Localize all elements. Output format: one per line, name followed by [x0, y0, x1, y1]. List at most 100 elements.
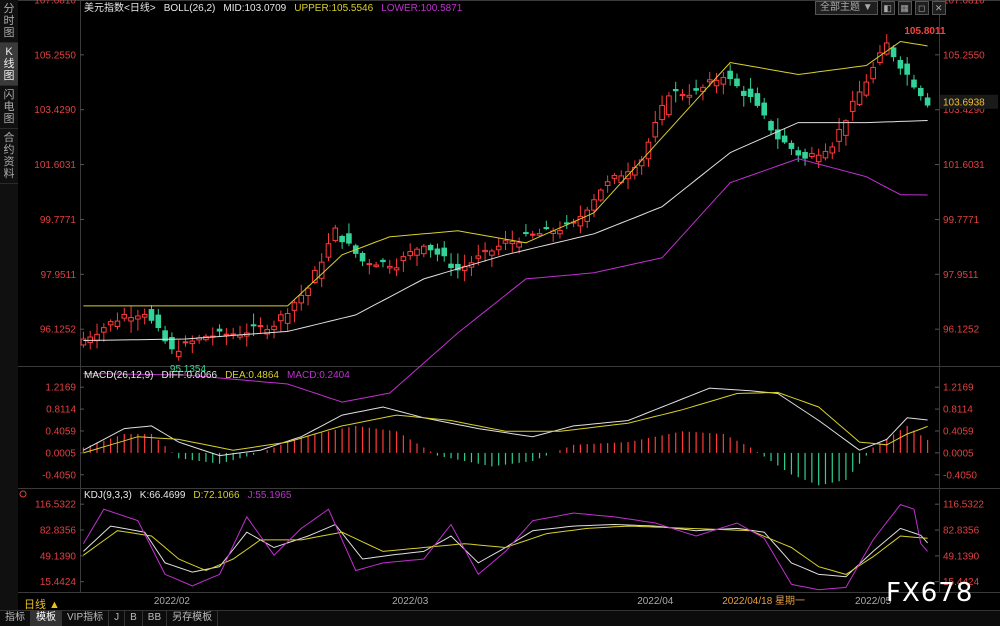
close-icon[interactable]: ✕ [931, 1, 946, 15]
candle [87, 336, 94, 343]
macd-left-tick: 0.8114 [46, 405, 76, 416]
candle [870, 66, 876, 80]
bottom-tab-0[interactable]: 指标 [0, 611, 31, 626]
candle [114, 320, 121, 328]
candle [781, 135, 788, 143]
candle [400, 256, 407, 262]
layout-split-icon[interactable]: ◧ [880, 1, 895, 15]
bottom-tab-4[interactable]: B [125, 611, 143, 626]
maximize-icon[interactable]: ◻ [914, 1, 929, 15]
side-tab-1[interactable]: K线图 [0, 43, 18, 86]
candle [679, 93, 686, 97]
top-controls: 全部主题 ▼ ◧ ▦ ◻ ✕ [815, 1, 946, 15]
side-tabs: 分时图K线图闪电图合约资料 [0, 0, 19, 610]
candle [720, 77, 727, 85]
candle [305, 287, 311, 297]
macd-label: MACD(26,12,9) [84, 370, 153, 381]
candle [441, 247, 448, 257]
kdj-right-tick: 49.1390 [943, 551, 980, 562]
bottom-tab-3[interactable]: J [109, 611, 126, 626]
macd-left-tick: 0.4059 [45, 426, 76, 437]
candle [809, 153, 815, 157]
candle [175, 350, 182, 358]
kdj-left-tick: 82.8356 [40, 526, 77, 537]
price-right-tick: 97.9511 [943, 270, 979, 281]
candle [863, 81, 870, 96]
candle [557, 230, 563, 235]
candle [795, 150, 802, 156]
candle [80, 338, 87, 346]
candle [298, 294, 305, 304]
diff-value: DIFF:0.6066 [161, 370, 217, 381]
macd-right-tick: 1.2169 [943, 383, 974, 394]
candle [632, 166, 638, 176]
header-title: 美元指数<日线> [84, 1, 156, 14]
candle [856, 91, 863, 105]
candle [366, 263, 373, 266]
candle [325, 243, 332, 258]
kdj-right-tick: 116.5322 [943, 500, 984, 511]
candle [829, 146, 836, 154]
candle [475, 255, 482, 259]
crosshair-date: 2022/04/18 星期一 [722, 595, 805, 607]
last-price-label: 103.6938 [943, 97, 985, 108]
price-right-tick: 101.6031 [943, 160, 985, 171]
candle [788, 142, 795, 149]
kdj-left-tick: 116.5322 [35, 500, 76, 511]
mid-value: MID:103.0709 [223, 3, 286, 14]
candle [666, 95, 672, 116]
candle [250, 324, 257, 327]
candle [271, 325, 277, 331]
bottom-tab-2[interactable]: VIP指标 [62, 611, 110, 626]
candle [502, 240, 509, 244]
price-right-tick: 107.0810 [943, 0, 985, 6]
candle [849, 100, 856, 112]
candle [148, 309, 155, 321]
candle [94, 333, 100, 342]
macd-left-tick: 0.0005 [45, 448, 76, 459]
candle [386, 265, 393, 269]
candle [482, 249, 488, 253]
candle [904, 63, 910, 75]
candle [257, 325, 264, 328]
candle [706, 79, 713, 83]
candle [897, 59, 904, 69]
candle [223, 333, 230, 336]
dea-value: DEA:0.4864 [225, 370, 279, 381]
candle [291, 302, 298, 311]
theme-dropdown[interactable]: 全部主题 ▼ [815, 1, 878, 15]
candle [911, 79, 917, 88]
candle [407, 251, 413, 257]
bottom-toolbar: 指标 模板 VIP指标 J B BB 另存模板 [0, 610, 1000, 626]
candle [890, 47, 897, 58]
candle [740, 90, 747, 96]
candle [128, 317, 134, 322]
high-label: 105.8011 [904, 26, 946, 37]
candle [815, 154, 822, 163]
bottom-tab-6[interactable]: 另存模板 [167, 611, 219, 626]
macd-value: MACD:0.2404 [287, 370, 350, 381]
candle [543, 227, 550, 230]
chart-area[interactable]: 105.801195.1354 107.0810 107.0810105.2550… [18, 0, 1000, 610]
candle [393, 267, 400, 271]
candle [529, 233, 536, 236]
kdj-label: KDJ(9,3,3) [84, 490, 132, 501]
price-left-tick: 96.1252 [40, 325, 77, 336]
candle [822, 150, 829, 159]
candle [434, 248, 441, 255]
grid-icon[interactable]: ▦ [897, 1, 912, 15]
candle [101, 327, 107, 333]
candle [346, 233, 352, 244]
side-tab-3[interactable]: 合约资料 [0, 129, 18, 184]
price-right-tick: 105.2550 [943, 50, 985, 61]
side-tab-2[interactable]: 闪电图 [0, 86, 18, 129]
side-tab-0[interactable]: 分时图 [0, 0, 18, 43]
candle [380, 259, 386, 263]
candle [141, 313, 148, 318]
candle [421, 245, 427, 255]
x-axis-label: 2022/03 [392, 596, 429, 607]
candle [917, 87, 924, 97]
bottom-tab-1[interactable]: 模板 [31, 611, 62, 626]
price-left-tick: 107.0810 [34, 0, 76, 6]
bottom-tab-5[interactable]: BB [143, 611, 168, 626]
